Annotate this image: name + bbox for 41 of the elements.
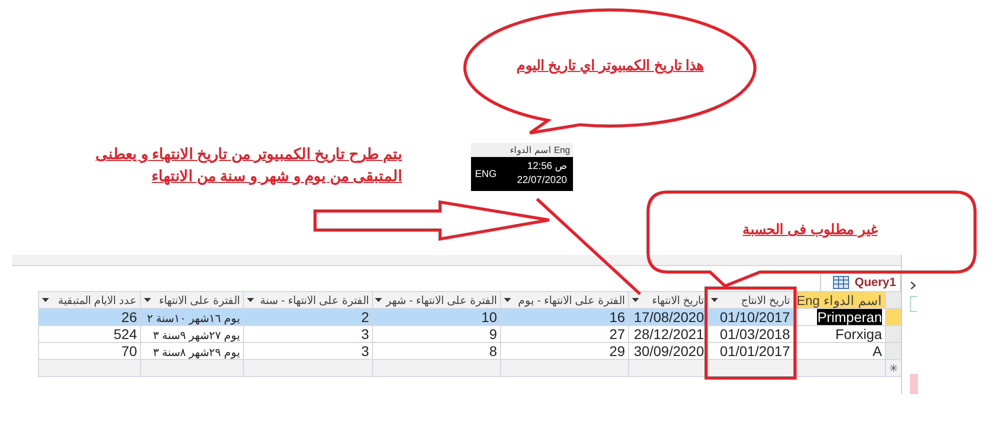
clock-date: 22/07/2020 [516, 174, 567, 188]
dropdown-caret-icon[interactable] [42, 298, 49, 302]
table-cell: 26 [38, 308, 140, 326]
language-indicator[interactable]: ENG [475, 168, 497, 180]
column-header[interactable]: عدد الايام المتبقية [38, 292, 140, 308]
table-cell: 17/08/2020 [628, 308, 708, 326]
color-block [910, 374, 918, 394]
column-header[interactable]: الفترة على الانتهاء - يوم [500, 292, 628, 308]
table-icon [832, 276, 849, 288]
annotation-text: المتبقى من يوم و شهر و سنة من الانتهاء [152, 167, 402, 187]
table-cell: 27 [500, 326, 628, 342]
annotation-text: يتم طرح تاريخ الكمبيوتر من تاريخ الانتهاء و يعطنى [96, 145, 402, 165]
dropdown-caret-icon[interactable] [711, 298, 718, 302]
dropdown-caret-icon[interactable] [144, 298, 151, 302]
table-cell: يوم ١٦شهر ١٠سنة ٢ [140, 308, 244, 326]
dropdown-caret-icon[interactable] [375, 298, 382, 302]
column-header[interactable]: تاريخ الانتهاء [628, 292, 708, 308]
column-header[interactable]: الفترة على الانتهاء [140, 292, 244, 308]
dropdown-caret-icon[interactable] [504, 298, 511, 302]
chevron-icon[interactable] [910, 281, 916, 290]
table-cell: 2 [244, 308, 372, 326]
table-cell: 01/03/2018 [708, 326, 794, 342]
column-header[interactable]: اسم الدواء Eng [794, 292, 886, 308]
column-header[interactable]: الفترة على الانتهاء - سنة [244, 292, 372, 308]
dropdown-caret-icon[interactable] [632, 298, 639, 302]
column-header[interactable]: تاريخ الانتاج [708, 292, 794, 308]
tooltip: اسم الدواء Eng [471, 143, 573, 157]
table-cell: 10 [372, 308, 500, 326]
table-cell: 9 [372, 326, 500, 342]
callout-text: هذا تاريخ الكمبيوتر اي تاريخ اليوم [515, 56, 705, 76]
table-cell: 3 [244, 326, 372, 342]
column-header[interactable]: الفترة على الانتهاء - شهر [372, 292, 500, 308]
table-cell: 524 [38, 326, 140, 342]
table-cell: 28/12/2021 [628, 326, 708, 342]
new-row-marker: ✳ [886, 360, 902, 376]
clock-time: 12:56 ص [527, 160, 567, 174]
table-cell: 01/10/2017 [708, 308, 794, 326]
dropdown-caret-icon[interactable] [247, 298, 254, 302]
callout-text: غير مطلوب فى الحسبة [742, 220, 879, 240]
table-cell: 16 [500, 308, 628, 326]
table-cell: يوم ٢٧شهر ٩سنة ٣ [140, 326, 244, 342]
